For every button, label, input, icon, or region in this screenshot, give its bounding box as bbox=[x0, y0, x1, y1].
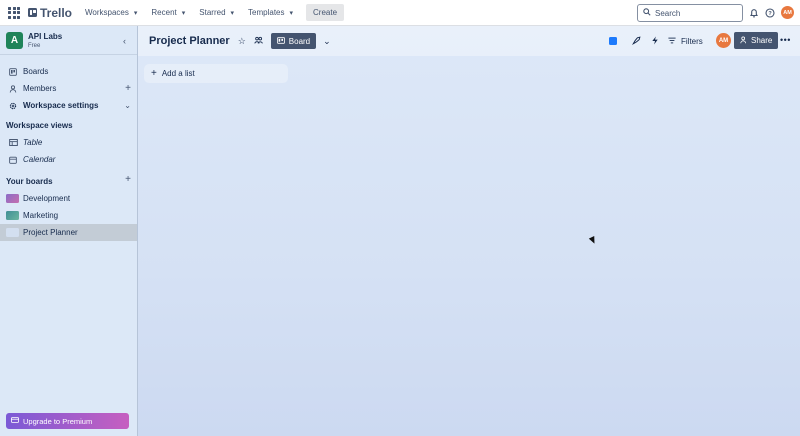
person-icon bbox=[8, 84, 18, 93]
more-options-icon[interactable]: ••• bbox=[780, 35, 791, 45]
recent-label: Recent bbox=[151, 8, 177, 17]
templates-menu[interactable]: Templates ▾ bbox=[241, 3, 300, 23]
filter-icon bbox=[668, 37, 676, 46]
workspace-name: API Labs bbox=[28, 31, 63, 41]
star-icon[interactable]: ☆ bbox=[238, 36, 246, 47]
workspace-sidebar: A API Labs Free ‹ Boards Members + Works… bbox=[0, 26, 138, 436]
create-button[interactable]: Create bbox=[306, 4, 345, 21]
board-header: Project Planner ☆ Board ⌄ Filters AM Sha… bbox=[138, 26, 800, 56]
workspace-visibility-icon[interactable] bbox=[254, 36, 263, 46]
workspace-plan: Free bbox=[28, 42, 41, 49]
automation-icon[interactable] bbox=[651, 36, 659, 47]
search-box[interactable] bbox=[637, 4, 743, 22]
chevron-down-icon: ▾ bbox=[230, 9, 235, 17]
workspace-header: A API Labs Free ‹ bbox=[0, 26, 137, 55]
notifications-bell-icon[interactable] bbox=[748, 7, 759, 18]
workspace-views-heading: Workspace views bbox=[6, 121, 73, 130]
board-canvas: Project Planner ☆ Board ⌄ Filters AM Sha… bbox=[138, 26, 800, 436]
sidebar-item-members[interactable]: Members + bbox=[0, 80, 137, 97]
calendar-icon bbox=[8, 156, 18, 164]
sidebar-board-project-planner[interactable]: Project Planner bbox=[0, 224, 137, 241]
add-member-icon[interactable]: + bbox=[125, 83, 131, 94]
help-icon[interactable]: ? bbox=[764, 7, 775, 18]
sidebar-item-label: Marketing bbox=[23, 211, 59, 220]
add-list-button[interactable]: + Add a list bbox=[144, 64, 288, 83]
add-person-icon bbox=[740, 36, 748, 46]
sidebar-item-calendar[interactable]: Calendar bbox=[0, 151, 137, 168]
top-navigation-bar: Trello Workspaces ▾ Recent ▾ Starred ▾ T… bbox=[0, 0, 800, 26]
boards-icon bbox=[8, 67, 18, 76]
filters-button[interactable]: Filters bbox=[668, 33, 703, 49]
add-board-icon[interactable]: + bbox=[125, 174, 131, 185]
chevron-down-icon[interactable]: ⌄ bbox=[323, 36, 331, 47]
trello-logo-icon bbox=[28, 8, 37, 17]
chevron-down-icon: ▾ bbox=[289, 9, 294, 17]
board-title[interactable]: Project Planner bbox=[149, 35, 230, 47]
sidebar-item-label: Development bbox=[23, 194, 71, 203]
sidebar-item-workspace-settings[interactable]: Workspace settings ⌄ bbox=[0, 97, 137, 114]
board-view-icon bbox=[276, 36, 285, 46]
workspace-avatar: A bbox=[6, 31, 23, 49]
sidebar-item-label: Members bbox=[23, 84, 57, 93]
board-thumbnail bbox=[6, 194, 19, 203]
search-icon bbox=[643, 8, 651, 18]
sidebar-board-marketing[interactable]: Marketing bbox=[0, 207, 137, 224]
share-label: Share bbox=[751, 36, 773, 45]
workspaces-menu[interactable]: Workspaces ▾ bbox=[78, 3, 144, 23]
board-thumbnail bbox=[6, 211, 19, 220]
add-list-label: Add a list bbox=[161, 69, 195, 78]
user-avatar[interactable]: AM bbox=[781, 6, 794, 19]
chevron-down-icon: ▾ bbox=[133, 9, 138, 17]
chevron-down-icon: ▾ bbox=[181, 9, 186, 17]
your-boards-heading: Your boards bbox=[6, 177, 53, 186]
sidebar-item-label: Workspace settings bbox=[23, 101, 99, 110]
filters-label: Filters bbox=[681, 36, 703, 46]
sidebar-item-label: Calendar bbox=[23, 155, 56, 164]
sidebar-item-label: Table bbox=[23, 138, 43, 147]
rocket-icon[interactable] bbox=[632, 36, 641, 47]
share-button[interactable]: Share bbox=[734, 32, 779, 49]
upgrade-label: Upgrade to Premium bbox=[23, 416, 93, 426]
sidebar-item-table[interactable]: Table bbox=[0, 134, 137, 151]
table-icon bbox=[8, 139, 18, 146]
upgrade-icon bbox=[11, 417, 19, 425]
member-avatar[interactable]: AM bbox=[716, 33, 731, 48]
sidebar-board-development[interactable]: Development bbox=[0, 190, 137, 207]
main-nav: Workspaces ▾ Recent ▾ Starred ▾ Template… bbox=[78, 3, 345, 23]
templates-label: Templates bbox=[248, 8, 285, 17]
upgrade-premium-button[interactable]: Upgrade to Premium bbox=[6, 413, 129, 429]
starred-label: Starred bbox=[199, 8, 226, 17]
app-switcher-icon[interactable] bbox=[8, 6, 20, 19]
sidebar-item-boards[interactable]: Boards bbox=[0, 63, 137, 80]
starred-menu[interactable]: Starred ▾ bbox=[192, 3, 241, 23]
gear-icon bbox=[8, 102, 18, 110]
sidebar-item-label: Boards bbox=[23, 67, 49, 76]
board-view-button[interactable]: Board bbox=[270, 33, 317, 49]
trello-logo[interactable]: Trello bbox=[28, 6, 72, 20]
power-up-icon[interactable] bbox=[609, 37, 617, 45]
brand-name: Trello bbox=[40, 5, 73, 20]
workspaces-label: Workspaces bbox=[85, 8, 129, 17]
plus-icon: + bbox=[151, 68, 157, 79]
search-input[interactable] bbox=[655, 8, 735, 18]
chevron-down-icon[interactable]: ⌄ bbox=[124, 101, 131, 110]
board-thumbnail bbox=[6, 228, 19, 237]
sidebar-item-label: Project Planner bbox=[23, 228, 78, 237]
collapse-sidebar-icon[interactable]: ‹ bbox=[123, 36, 126, 46]
view-label: Board bbox=[288, 36, 311, 46]
recent-menu[interactable]: Recent ▾ bbox=[144, 3, 192, 23]
